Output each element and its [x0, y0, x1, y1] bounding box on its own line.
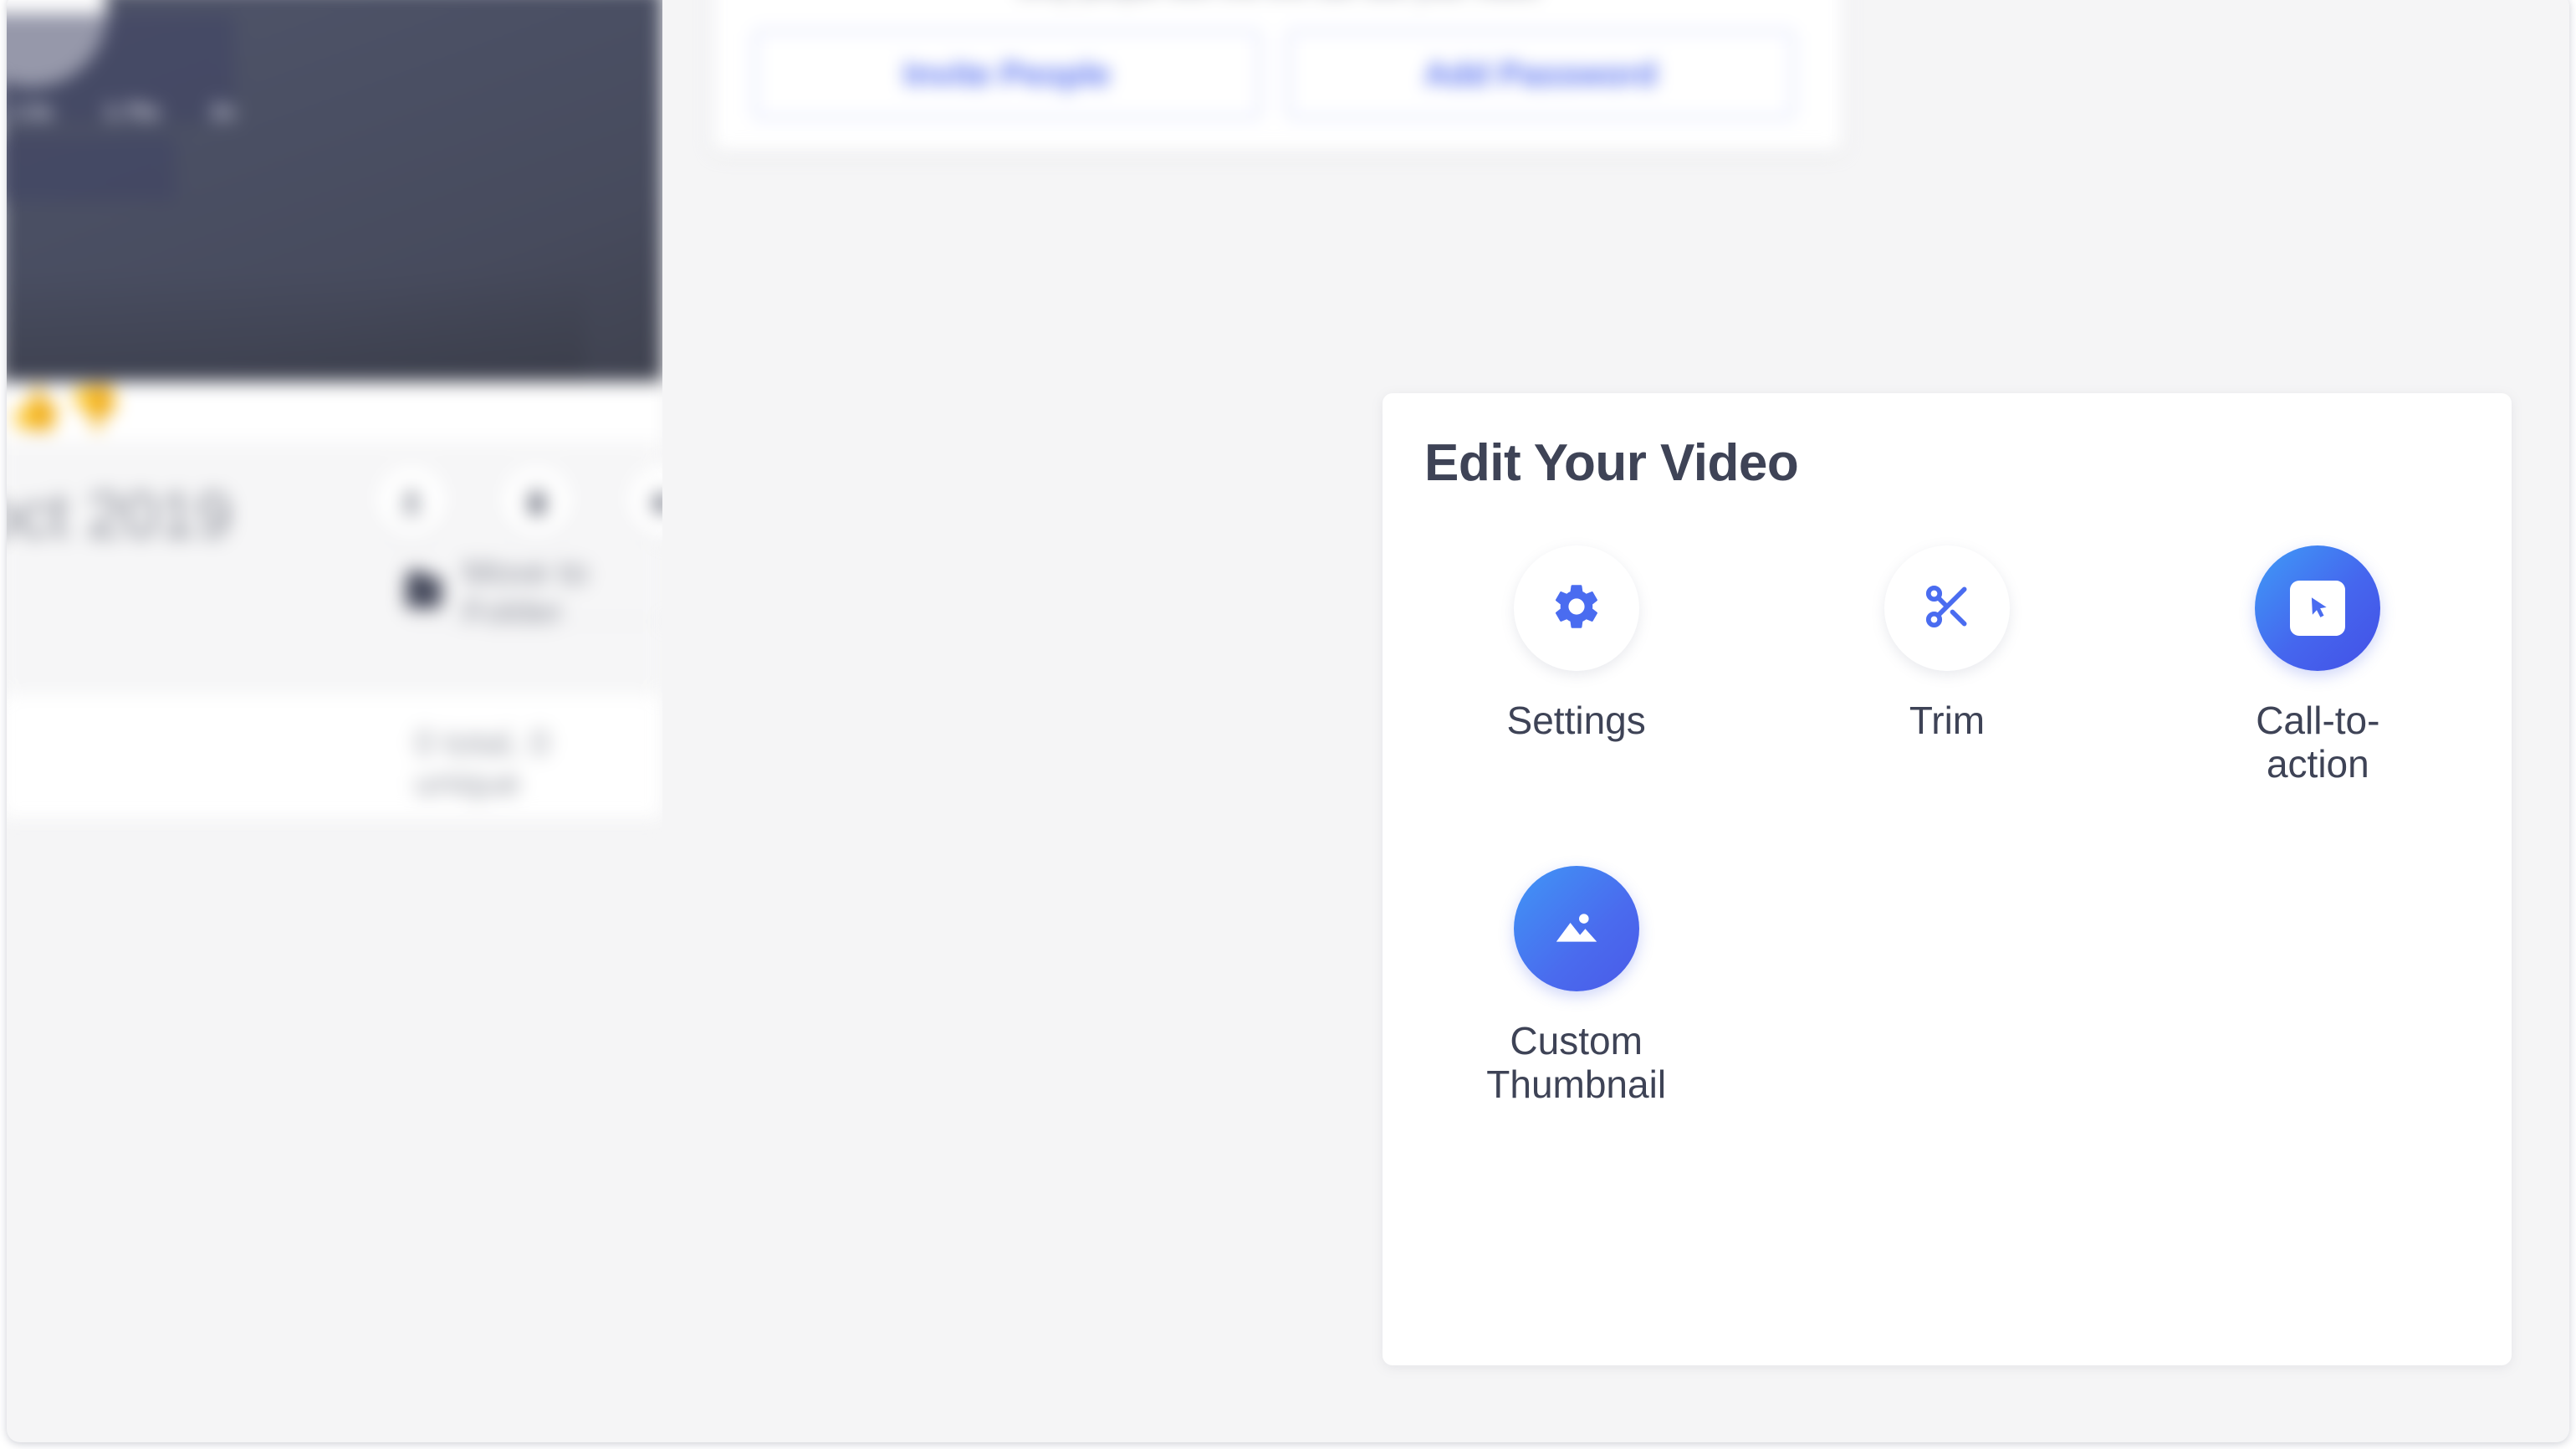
divider — [406, 621, 662, 622]
tag-icon — [645, 484, 662, 520]
reactions-bar[interactable]: 👍👎 — [7, 381, 662, 442]
add-password-button[interactable]: Add Password — [1287, 30, 1794, 119]
trim-tool-label: Trim — [1909, 699, 1986, 742]
call-to-action-tool-label: Call-to-action — [2256, 699, 2380, 786]
trim-tool-circle[interactable] — [1883, 545, 2010, 671]
video-player[interactable]: 1.5x 1.75x 2x — [7, 0, 662, 381]
edit-video-card: Edit Your Video Settings Trim Call-to-ac… — [1383, 393, 2512, 1365]
gear-icon — [1550, 580, 1603, 637]
download-button[interactable] — [375, 465, 448, 539]
edit-tools-grid: Settings Trim Call-to-action Custom Thum… — [1391, 545, 2503, 1106]
custom-thumbnail-tool[interactable]: Custom Thumbnail — [1391, 866, 1761, 1106]
trash-icon — [520, 484, 554, 520]
scissors-icon — [1921, 581, 1973, 637]
app-window: 1.5x 1.75x 2x 👍👎 oct 2019 — [7, 0, 2569, 1442]
trim-tool[interactable]: Trim — [1761, 545, 2132, 786]
playback-speed-options[interactable]: 1.5x 1.75x 2x — [10, 99, 236, 125]
settings-tool[interactable]: Settings — [1391, 545, 1761, 786]
video-stats-card: 0 total, 0 unique — [7, 693, 662, 818]
share-card-subtitle: Only people with the link can see your v… — [713, 0, 1843, 3]
share-card-button-group: Invite People Add Password — [754, 30, 1794, 119]
download-icon — [393, 484, 430, 520]
video-detail-column: 1.5x 1.75x 2x 👍👎 oct 2019 — [7, 0, 662, 1442]
speed-option-2[interactable]: 1.75x — [105, 99, 161, 125]
delete-button[interactable] — [500, 465, 574, 539]
call-to-action-tool[interactable]: Call-to-action — [2133, 545, 2503, 786]
share-card-blur-layer: Only people with the link can see your v… — [662, 0, 2569, 219]
call-to-action-tool-circle[interactable] — [2255, 545, 2381, 671]
video-date-label: oct 2019 — [7, 478, 233, 551]
invite-people-button[interactable]: Invite People — [754, 30, 1260, 119]
custom-thumbnail-tool-label: Custom Thumbnail — [1486, 1019, 1667, 1106]
video-sidebar-column: Only people with the link can see your v… — [662, 0, 2569, 1442]
speed-option-1[interactable]: 1.5x — [10, 99, 54, 125]
reaction-emoji-group[interactable]: 👍👎 — [8, 387, 127, 430]
video-action-button-group — [375, 465, 662, 539]
settings-tool-label: Settings — [1506, 699, 1646, 742]
views-count-label: 0 total, 0 unique — [415, 723, 550, 802]
tag-button[interactable] — [626, 465, 662, 539]
speed-option-3[interactable]: 2x — [211, 99, 236, 125]
image-icon — [1549, 899, 1604, 959]
folder-icon — [406, 571, 442, 608]
video-controls-gradient — [7, 271, 585, 381]
settings-tool-circle[interactable] — [1513, 545, 1639, 671]
playback-speed-submenu[interactable] — [7, 136, 176, 201]
share-settings-card: Only people with the link can see your v… — [713, 0, 1843, 151]
cursor-click-icon — [2290, 581, 2346, 636]
custom-thumbnail-tool-circle[interactable] — [1513, 866, 1639, 992]
left-blur-layer: 1.5x 1.75x 2x 👍👎 oct 2019 — [7, 0, 662, 1442]
edit-video-title: Edit Your Video — [1424, 434, 1799, 492]
video-meta-panel: oct 2019 — [7, 442, 662, 693]
